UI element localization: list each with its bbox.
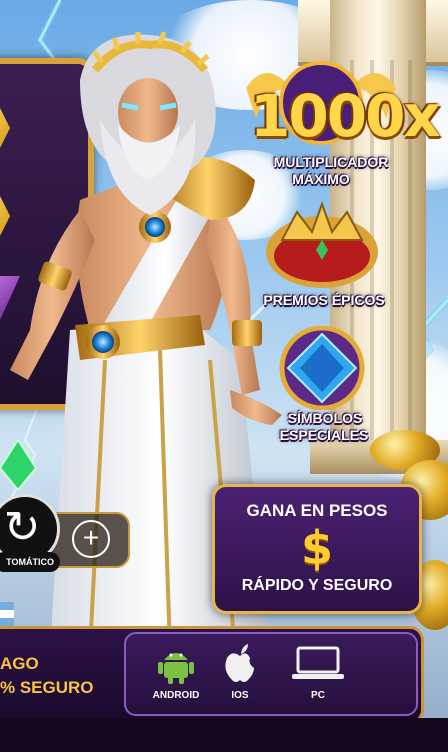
game-banner-background: 1000x MULTIPLICADOR MÁXIMO PREMIOS ÉPICO… [0,0,448,752]
green-gem-icon [0,440,36,490]
symbols-label-line1: SÍMBOLOS [287,410,363,426]
platform-ios[interactable]: IOS [200,634,280,714]
increase-bet-button[interactable]: + [72,520,110,558]
argentina-flag-icon [0,602,14,626]
refresh-icon: ↻ [3,502,41,553]
multiplier-label-line1: MULTIPLICADOR [273,154,389,170]
platform-selector: ANDROID IOS PC [124,632,418,716]
win-title: GANA EN PESOS [246,501,388,520]
platform-label: IOS [231,690,249,701]
autoplay-label: TOMÁTICO [0,552,60,572]
apple-icon [225,644,254,682]
platform-pc[interactable]: PC [278,634,358,714]
win-in-pesos-card: GANA EN PESOS $ RÁPIDO Y SEGURO [212,484,422,614]
prizes-label: PREMIOS ÉPICOS [263,292,385,308]
footer-text-line1: AGO [0,654,39,673]
crown-icon [266,201,378,288]
multiplier-label-line2: MÁXIMO [292,171,350,187]
bottom-strip [0,718,448,752]
yellow-gem-icon [0,104,10,152]
platform-label: PC [311,690,325,701]
yellow-gem-icon [0,192,10,240]
win-subtitle: RÁPIDO Y SEGURO [241,577,393,594]
symbols-label-line2: ESPECIALES [279,427,369,443]
blue-diamond-icon [279,326,365,410]
footer-text-line2: % SEGURO [0,678,94,697]
dollar-icon: $ [300,521,333,575]
android-icon [158,653,194,684]
multiplier-value: 1000x [250,82,441,150]
laptop-icon [292,646,344,679]
